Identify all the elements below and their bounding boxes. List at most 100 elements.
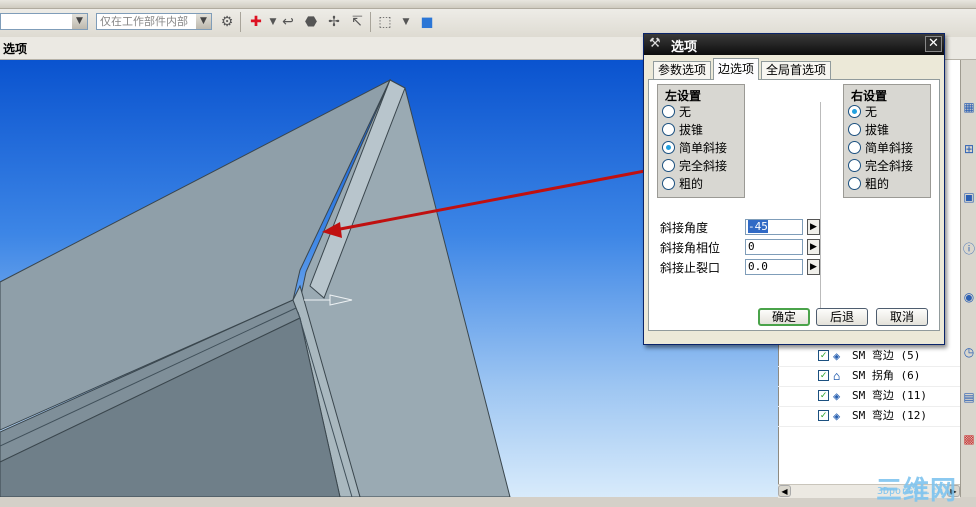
flange-icon: ◈ [833, 389, 841, 403]
divider [820, 102, 821, 312]
snap-icon[interactable]: ⚙ [218, 13, 236, 31]
tab-global-preferences[interactable]: 全局首选项 [761, 61, 832, 79]
radio-button[interactable] [848, 159, 861, 172]
close-icon[interactable]: ✕ [925, 36, 942, 52]
tree-item-label: SM 弯边 (12) [852, 409, 927, 422]
tab-label: 全局首选项 [766, 63, 827, 77]
point-icon[interactable]: ✚ [247, 13, 265, 31]
button-label: 取消 [889, 310, 914, 324]
cancel-button[interactable]: 取消 [876, 308, 928, 326]
radio-button[interactable] [662, 105, 675, 118]
radio-button[interactable] [848, 141, 861, 154]
miter-phase-label: 斜接角相位 [660, 241, 721, 255]
shape-icon[interactable]: ⬣ [302, 13, 320, 31]
view-cube-icon[interactable]: ◼ [418, 13, 436, 31]
radio-button[interactable] [848, 123, 861, 136]
toolbar-separator [370, 12, 371, 32]
flange-icon: ◈ [833, 349, 841, 363]
tab-parameter-options[interactable]: 参数选项 [653, 61, 712, 79]
scroll-left-icon[interactable]: ◀ [778, 485, 791, 497]
group-title: 左设置 [665, 89, 702, 103]
resource-bar: ▦ ⊞ ▣ ⓘ ◉ ◷ ▤ ▩ [960, 60, 976, 497]
radio-button[interactable] [662, 123, 675, 136]
field-value: -45 [748, 220, 768, 233]
tool-icon: ⚒ [649, 36, 661, 51]
color-icon[interactable]: ▩ [961, 432, 976, 450]
right-option-full-miter[interactable]: 完全斜接 [846, 157, 932, 175]
radio-label: 简单斜接 [865, 141, 914, 155]
palette-icon[interactable]: ▤ [961, 390, 976, 408]
web-browser-icon[interactable]: ◉ [961, 290, 976, 308]
list-item[interactable]: ✓ ◈ SM 弯边 (11) [778, 386, 960, 407]
right-option-thick[interactable]: 粗的 [846, 175, 932, 193]
group-title: 右设置 [851, 89, 888, 103]
chevron-down-icon[interactable]: ▼ [72, 14, 87, 29]
radio-button[interactable] [662, 177, 675, 190]
panel-title: 选项 [3, 42, 28, 56]
miter-phase-input[interactable]: 0 [745, 239, 803, 255]
tree-item-label: SM 弯边 (11) [852, 389, 927, 402]
radio-button[interactable] [662, 141, 675, 154]
options-dialog: ⚒ 选项 ✕ 参数选项 边选项 全局首选项 左设置 无 拔锥 简单斜接 完全斜接… [643, 33, 945, 345]
flange-icon: ◈ [833, 409, 841, 423]
watermark-url: 3Dportal.cn [877, 486, 944, 497]
radio-label: 无 [865, 105, 878, 119]
radio-button[interactable] [662, 159, 675, 172]
constraint-icon[interactable]: ⊞ [961, 142, 976, 160]
right-option-none[interactable]: 无 [846, 103, 932, 121]
button-label: 确定 [771, 310, 796, 324]
dialog-titlebar[interactable]: ⚒ 选项 ✕ [644, 34, 944, 55]
tab-label: 参数选项 [658, 63, 707, 77]
move-icon[interactable]: ↸ [348, 13, 366, 31]
field-value: 0.0 [748, 260, 768, 273]
radio-button[interactable] [848, 177, 861, 190]
radio-label: 拔锥 [865, 123, 890, 137]
left-option-none[interactable]: 无 [660, 103, 746, 121]
radio-button[interactable] [848, 105, 861, 118]
assembly-navigator-icon[interactable]: ▦ [961, 100, 976, 118]
right-option-simple-miter[interactable]: 简单斜接 [846, 139, 932, 157]
left-option-draft[interactable]: 拔锥 [660, 121, 746, 139]
chevron-down-icon[interactable]: ▼ [196, 14, 211, 29]
radio-label: 粗的 [679, 177, 704, 191]
left-option-full-miter[interactable]: 完全斜接 [660, 157, 746, 175]
ok-button[interactable]: 确定 [758, 308, 810, 326]
toolbar-top-strip [0, 0, 976, 9]
tab-edge-options[interactable]: 边选项 [713, 58, 760, 80]
field-value: 0 [748, 240, 755, 253]
chevron-down-icon[interactable]: ▼ [397, 13, 415, 31]
history-icon[interactable]: ◷ [961, 345, 976, 363]
miter-relief-input[interactable]: 0.0 [745, 259, 803, 275]
scope-combo-value: 仅在工作部件内部 [100, 15, 188, 28]
list-item[interactable]: ✓ ◈ SM 弯边 (5) [778, 346, 960, 367]
radio-label: 完全斜接 [865, 159, 914, 173]
miter-angle-input[interactable]: -45 [745, 219, 803, 235]
checkbox[interactable]: ✓ [818, 370, 829, 381]
radio-label: 拔锥 [679, 123, 704, 137]
radio-label: 完全斜接 [679, 159, 728, 173]
select-box-icon[interactable]: ⬚ [376, 13, 394, 31]
back-button[interactable]: 后退 [816, 308, 868, 326]
info-icon[interactable]: ⓘ [961, 240, 976, 258]
right-option-draft[interactable]: 拔锥 [846, 121, 932, 139]
filter-combo[interactable]: ▼ [0, 13, 88, 30]
miter-angle-label: 斜接角度 [660, 221, 709, 235]
checkbox[interactable]: ✓ [818, 350, 829, 361]
left-option-thick[interactable]: 粗的 [660, 175, 746, 193]
radio-label: 无 [679, 105, 692, 119]
checkbox[interactable]: ✓ [818, 410, 829, 421]
transform-icon[interactable]: ✢ [325, 13, 343, 31]
play-arrow-icon[interactable]: ▶ [807, 219, 820, 235]
tree-item-label: SM 弯边 (5) [852, 349, 921, 362]
part-navigator-icon[interactable]: ▣ [961, 190, 976, 208]
scope-combo[interactable]: 仅在工作部件内部 ▼ [96, 13, 212, 30]
undo-icon[interactable]: ↩ [279, 13, 297, 31]
checkbox[interactable]: ✓ [818, 390, 829, 401]
left-option-simple-miter[interactable]: 简单斜接 [660, 139, 746, 157]
play-arrow-icon[interactable]: ▶ [807, 239, 820, 255]
list-item[interactable]: ✓ ⌂ SM 拐角 (6) [778, 366, 960, 387]
tab-label: 边选项 [718, 62, 755, 76]
play-arrow-icon[interactable]: ▶ [807, 259, 820, 275]
button-label: 后退 [829, 310, 854, 324]
list-item[interactable]: ✓ ◈ SM 弯边 (12) [778, 406, 960, 427]
